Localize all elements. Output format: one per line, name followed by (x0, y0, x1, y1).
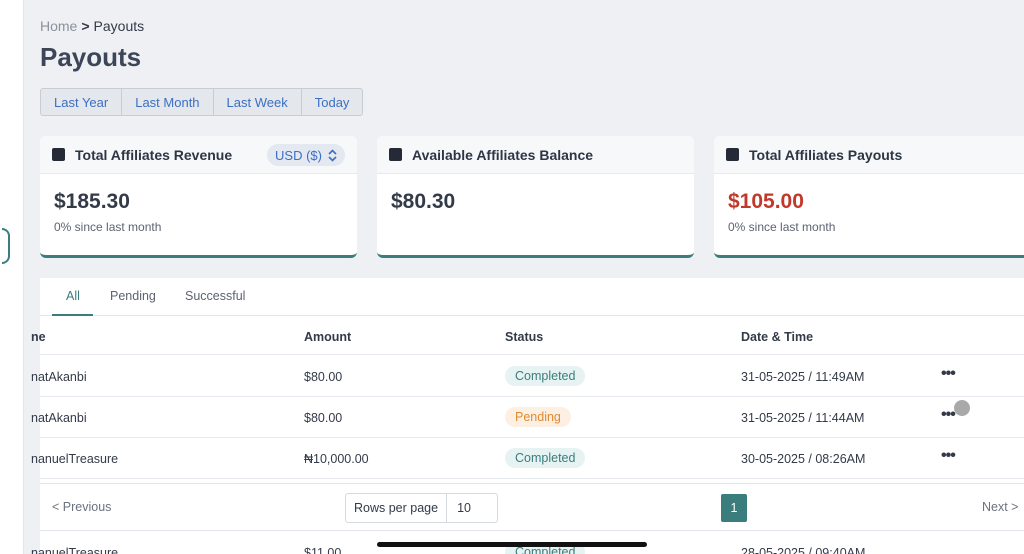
range-last-week-button[interactable]: Last Week (214, 89, 302, 115)
square-icon (726, 148, 739, 161)
card-header: Total Affiliates Revenue USD ($) (40, 136, 357, 174)
row-amount: $11.00 (304, 546, 342, 554)
range-today-button[interactable]: Today (302, 89, 363, 115)
row-name: nanuelTreasure (31, 452, 119, 466)
payouts-table-panel: All Pending Successful ne Amount Status … (31, 278, 1024, 554)
column-header-amount: Amount (304, 330, 352, 344)
more-horizontal-icon[interactable]: ••• (941, 365, 956, 383)
table-row[interactable]: natAkanbi $80.00 Pending 31-05-2025 / 11… (31, 397, 1024, 438)
active-tab-indicator (52, 314, 93, 316)
card-amount: $105.00 (728, 190, 804, 213)
pagination-bar: < Previous Rows per page 10 1 Next > (40, 483, 1024, 531)
rows-per-page-value[interactable]: 10 (447, 494, 497, 522)
table-row[interactable]: nanuelTreasure ₦10,000.00 Completed 30-0… (31, 438, 1024, 479)
rows-per-page-label: Rows per page (346, 494, 448, 522)
row-datetime: 31-05-2025 / 11:44AM (741, 411, 865, 425)
status-badge: Completed (505, 448, 586, 468)
total-revenue-card: Total Affiliates Revenue USD ($) $185.30… (40, 136, 357, 258)
status-badge: Completed (505, 366, 586, 386)
tab-pending[interactable]: Pending (110, 289, 156, 303)
home-indicator-bar[interactable] (377, 542, 647, 547)
card-title: Total Affiliates Payouts (749, 146, 903, 163)
status-badge: Pending (505, 407, 571, 427)
row-datetime: 31-05-2025 / 11:49AM (741, 370, 865, 384)
date-range-selector: Last Year Last Month Last Week Today (40, 88, 364, 116)
table-header: ne Amount Status Date & Time (31, 317, 1024, 355)
next-page-button[interactable]: Next > (982, 500, 1018, 514)
row-datetime: 30-05-2025 / 08:26AM (741, 452, 866, 466)
row-datetime: 28-05-2025 / 09:40AM (741, 546, 866, 554)
more-horizontal-icon[interactable]: ••• (941, 406, 956, 424)
page-title: Payouts (40, 42, 142, 72)
rows-per-page-select[interactable]: Rows per page 10 (345, 493, 499, 523)
row-name: natAkanbi (31, 411, 87, 425)
card-title: Available Affiliates Balance (412, 146, 594, 163)
sidebar (0, 0, 24, 554)
touch-indicator (954, 400, 970, 416)
card-header: Total Affiliates Payouts (714, 136, 1024, 174)
square-icon (389, 148, 402, 161)
card-title: Total Affiliates Revenue (75, 146, 233, 163)
currency-value: USD ($) (275, 147, 322, 163)
range-last-month-button[interactable]: Last Month (122, 89, 214, 115)
square-icon (52, 148, 65, 161)
card-amount: $185.30 (54, 190, 130, 213)
range-last-year-button[interactable]: Last Year (41, 89, 123, 115)
card-amount: $80.30 (391, 190, 456, 213)
total-payouts-card: Total Affiliates Payouts $105.00 0% sinc… (714, 136, 1024, 258)
breadcrumb: Home > Payouts (40, 18, 144, 34)
more-horizontal-icon[interactable]: ••• (941, 447, 956, 465)
currency-select[interactable]: USD ($) (267, 144, 345, 166)
row-name: nanuelTreasure (31, 546, 119, 554)
card-header: Available Affiliates Balance (377, 136, 694, 174)
row-amount: $80.00 (304, 370, 343, 384)
breadcrumb-current: Payouts (93, 18, 145, 34)
sidebar-active-indicator (2, 228, 10, 264)
chevron-updown-icon (328, 148, 337, 162)
column-header-datetime: Date & Time (741, 330, 814, 344)
page-button-current[interactable]: 1 (721, 494, 747, 522)
available-balance-card: Available Affiliates Balance $80.30 (377, 136, 694, 258)
tab-all[interactable]: All (66, 289, 80, 303)
row-amount: ₦10,000.00 (304, 452, 369, 466)
table-row[interactable]: natAkanbi $80.00 Completed 31-05-2025 / … (31, 356, 1024, 397)
row-amount: $80.00 (304, 411, 343, 425)
row-name: natAkanbi (31, 370, 87, 384)
column-header-status: Status (505, 330, 544, 344)
breadcrumb-separator: > (81, 18, 90, 34)
card-change: 0% since last month (54, 220, 162, 234)
tab-successful[interactable]: Successful (185, 289, 245, 303)
column-header-name: ne (31, 330, 46, 344)
previous-page-button[interactable]: < Previous (52, 500, 111, 514)
card-change: 0% since last month (728, 220, 836, 234)
status-tabs: All Pending Successful (40, 278, 1024, 316)
breadcrumb-home[interactable]: Home (40, 18, 77, 34)
